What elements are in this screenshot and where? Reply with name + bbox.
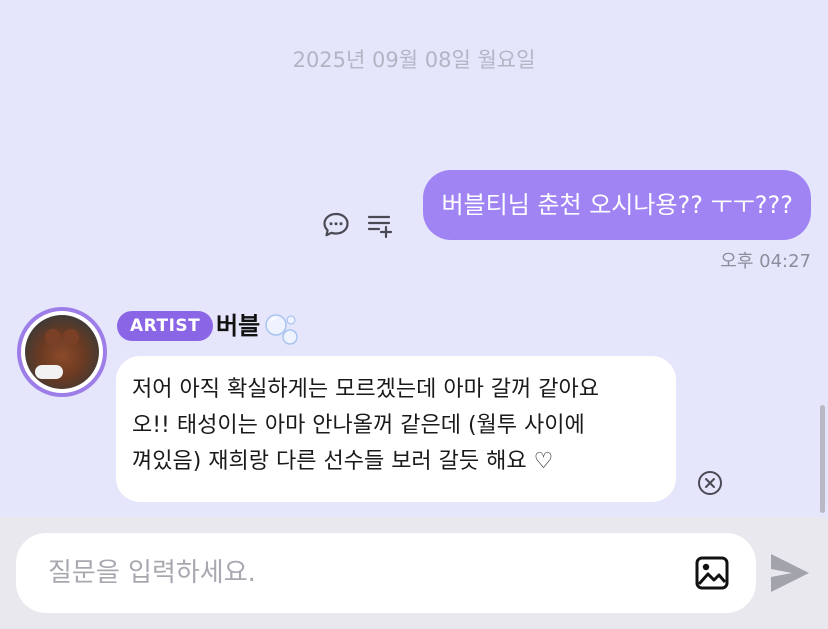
artist-badge: ARTIST <box>117 311 214 341</box>
avatar-image <box>25 315 99 389</box>
soap-bubbles-icon <box>265 314 298 345</box>
received-message-bubble[interactable]: 저어 아직 확실하게는 모르겠는데 아마 갈꺼 같아요 오!! 태성이는 아마 … <box>116 356 676 502</box>
message-input-placeholder: 질문을 입력하세요. <box>48 558 256 588</box>
sent-message-time: 오후 04:27 <box>720 251 811 272</box>
send-icon[interactable] <box>768 551 812 595</box>
sender-name: 버블 <box>216 312 261 340</box>
playlist-add-icon[interactable] <box>366 211 394 239</box>
date-divider: 2025년 09월 08일 월요일 <box>292 48 536 72</box>
avatar-sticker <box>35 365 63 379</box>
input-bar: 질문을 입력하세요. <box>0 517 828 629</box>
avatar[interactable] <box>17 307 107 397</box>
message-input[interactable]: 질문을 입력하세요. <box>16 533 756 613</box>
message-line: 껴있음) 재희랑 다른 선수들 보러 갈듯 해요 ♡ <box>132 449 554 474</box>
chat-area: 2025년 09월 08일 월요일 버블티님 춘천 오시나용?? ㅜㅜ??? 오… <box>0 0 828 517</box>
close-circle-icon[interactable] <box>697 470 723 496</box>
scrollbar[interactable] <box>820 405 825 513</box>
chat-bubble-icon[interactable] <box>322 211 350 239</box>
message-line: 오!! 태성이는 아마 안나올꺼 같은데 (월투 사이에 <box>132 413 585 438</box>
image-icon[interactable] <box>694 555 730 591</box>
message-line: 저어 아직 확실하게는 모르겠는데 아마 갈꺼 같아요 <box>132 377 600 402</box>
sent-message-bubble[interactable]: 버블티님 춘천 오시나용?? ㅜㅜ??? <box>423 170 811 240</box>
